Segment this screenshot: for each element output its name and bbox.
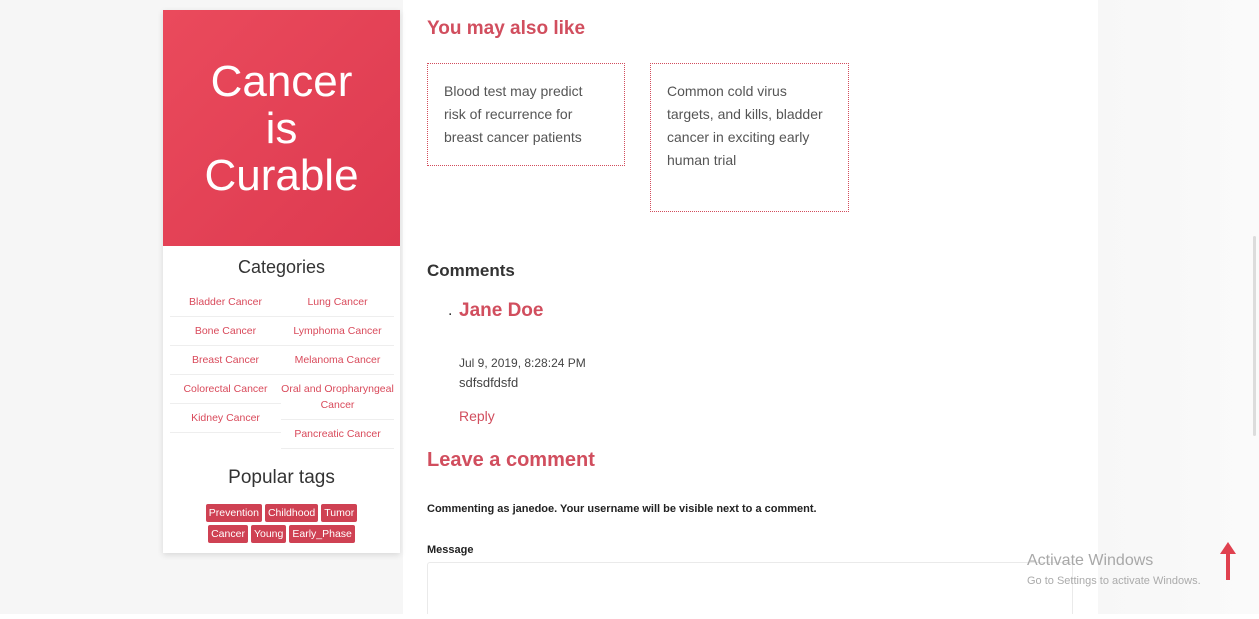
categories-column-left: Bladder Cancer Bone Cancer Breast Cancer…	[170, 288, 281, 449]
hero-line-3: Curable	[204, 150, 359, 200]
message-textarea[interactable]	[427, 562, 1073, 619]
category-link-colorectal[interactable]: Colorectal Cancer	[170, 375, 281, 404]
comments-heading: Comments	[427, 261, 515, 280]
main-content: You may also like Blood test may predict…	[427, 0, 1087, 619]
tag-prevention[interactable]: Prevention	[205, 504, 262, 522]
scroll-to-top-icon[interactable]	[1218, 542, 1238, 580]
tag-early-phase[interactable]: Early_Phase	[289, 525, 355, 543]
hero-line-2: is	[265, 103, 298, 153]
category-link-pancreatic[interactable]: Pancreatic Cancer	[281, 420, 394, 449]
related-article-card[interactable]: Common cold virus targets, and kills, bl…	[650, 63, 849, 212]
category-link-bladder[interactable]: Bladder Cancer	[170, 288, 281, 317]
related-heading: You may also like	[427, 18, 586, 39]
hero-banner: Cancer is Curable	[163, 10, 400, 246]
comment-body: sdfsdfdsfd	[459, 375, 519, 390]
category-link-bone[interactable]: Bone Cancer	[170, 317, 281, 346]
comment-author: Jane Doe	[459, 300, 544, 321]
comment-bullet: .	[448, 302, 453, 319]
categories-heading: Categories	[237, 257, 326, 277]
categories-column-right: Lung Cancer Lymphoma Cancer Melanoma Can…	[281, 288, 394, 449]
tag-childhood[interactable]: Childhood	[264, 504, 319, 522]
popular-tags-heading: Popular tags	[228, 467, 335, 488]
reply-link[interactable]: Reply	[459, 408, 495, 424]
activation-watermark-title: Activate Windows	[1027, 552, 1154, 569]
activation-watermark-subtitle: Go to Settings to activate Windows.	[1027, 575, 1201, 587]
scrollbar-thumb[interactable]	[1253, 236, 1256, 436]
category-link-melanoma[interactable]: Melanoma Cancer	[281, 346, 394, 375]
right-background	[1098, 0, 1259, 619]
category-link-breast[interactable]: Breast Cancer	[170, 346, 281, 375]
tag-tumor[interactable]: Tumor	[321, 504, 358, 522]
message-label: Message	[427, 544, 474, 556]
leave-comment-heading: Leave a comment	[427, 449, 595, 471]
tags-list: Prevention Childhood Tumor Cancer Young …	[192, 504, 372, 543]
comment-date: Jul 9, 2019, 8:28:24 PM	[459, 356, 586, 370]
category-link-lymphoma[interactable]: Lymphoma Cancer	[281, 317, 394, 346]
tag-cancer[interactable]: Cancer	[208, 525, 248, 543]
commenting-as-note: Commenting as janedoe. Your username wil…	[427, 503, 817, 515]
category-link-lung[interactable]: Lung Cancer	[281, 288, 394, 317]
hero-line-1: Cancer	[210, 56, 353, 106]
tag-young[interactable]: Young	[250, 525, 287, 543]
sidebar: Cancer is Curable Categories Bladder Can…	[163, 10, 400, 553]
category-link-kidney[interactable]: Kidney Cancer	[170, 404, 281, 433]
related-article-card[interactable]: Blood test may predict risk of recurrenc…	[427, 63, 625, 166]
category-link-oral[interactable]: Oral and Oropharyngeal Cancer	[281, 375, 394, 420]
categories-list: Bladder Cancer Bone Cancer Breast Cancer…	[163, 288, 400, 449]
bottom-edge	[0, 614, 1259, 619]
